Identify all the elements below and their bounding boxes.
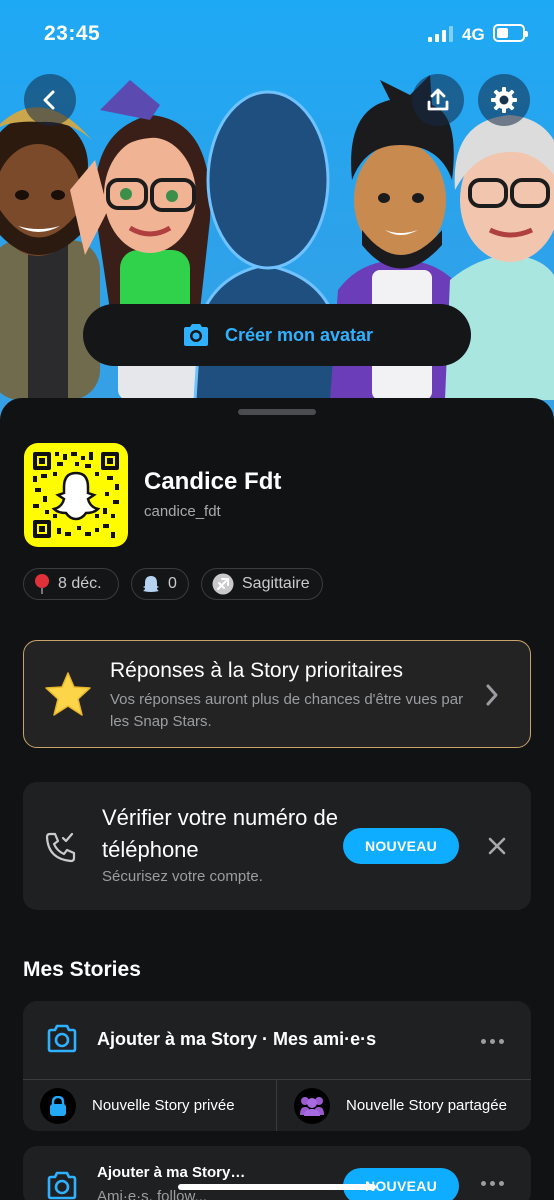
chevron-left-icon [43,90,55,110]
balloon-icon [35,574,49,594]
settings-button[interactable] [478,74,530,126]
gear-icon [491,87,517,113]
profile-display-name: Candice Fdt [144,468,282,495]
profile-username[interactable]: candice_fdt [144,503,221,520]
new-private-story-label: Nouvelle Story privée [92,1097,235,1114]
more-options-icon[interactable] [481,1039,504,1044]
status-bar: 23:45 4G [0,0,554,60]
chevron-right-icon [486,684,498,706]
add-to-story-row[interactable]: Ajouter à ma Story · Mes ami·e·s [23,1001,531,1079]
close-icon[interactable] [488,837,506,855]
new-private-story-button[interactable]: Nouvelle Story privée [40,1080,235,1131]
divider [276,1080,277,1131]
network-type: 4G [462,25,485,44]
back-button[interactable] [24,74,76,126]
snapcode-icon [33,452,119,538]
priority-replies-description: Vos réponses auront plus de chances d'êt… [110,691,464,730]
camera-icon [183,324,208,346]
signal-icon [428,26,454,42]
more-options-icon[interactable] [481,1181,504,1186]
new-badge[interactable]: NOUVEAU [343,828,459,864]
group-icon [294,1087,330,1124]
upload-icon [427,88,449,111]
birthday-label: 8 déc. [58,575,102,592]
my-stories-title: Mes Stories [23,958,141,981]
camera-outline-icon [47,1024,77,1053]
snapscore-chip[interactable]: 0 [131,568,189,600]
create-avatar-label: Créer mon avatar [224,324,374,345]
snapscore-label: 0 [168,575,177,592]
status-time: 23:45 [44,22,101,45]
my-stories-card: Ajouter à ma Story · Mes ami·e·s Nouvell… [23,1001,531,1131]
star-icon [45,672,91,716]
verify-phone-description: Sécurisez votre compte. [102,868,263,885]
avatar-hero: 23:45 4G Créer mon avatar [0,0,554,420]
priority-replies-card[interactable]: Réponses à la Story prioritaires Vos rép… [23,640,531,748]
add-to-story-custom-card[interactable]: Ajouter à ma Story… Ami·e·s, follow... N… [23,1146,531,1200]
create-avatar-button[interactable]: Créer mon avatar [83,304,471,366]
camera-outline-icon [47,1171,77,1200]
battery-icon [493,24,528,42]
zodiac-label: Sagittaire [242,575,310,592]
add-to-story-custom-title: Ajouter à ma Story… [97,1164,246,1181]
verify-phone-title: Vérifier votre numéro de téléphone [102,805,338,862]
new-shared-story-button[interactable]: Nouvelle Story partagée [294,1080,507,1131]
sagittarius-icon [212,573,234,595]
sheet-grabber[interactable] [238,409,316,415]
home-indicator[interactable] [178,1184,376,1190]
birthday-chip[interactable]: 8 déc. [23,568,119,600]
snapcode[interactable] [24,443,128,547]
profile-sheet: Candice Fdt candice_fdt 8 déc. 0 Sagitta… [0,398,554,1200]
new-shared-story-label: Nouvelle Story partagée [346,1097,507,1114]
add-to-story-label: Ajouter à ma Story · Mes ami·e·s [97,1029,377,1049]
zodiac-chip[interactable]: Sagittaire [201,568,323,600]
share-button[interactable] [412,74,464,126]
verify-phone-card[interactable]: Vérifier votre numéro de téléphone Sécur… [23,782,531,910]
priority-replies-title: Réponses à la Story prioritaires [110,659,403,682]
lock-icon [40,1087,76,1124]
phone-check-icon [45,832,76,863]
ghost-icon [143,576,159,592]
